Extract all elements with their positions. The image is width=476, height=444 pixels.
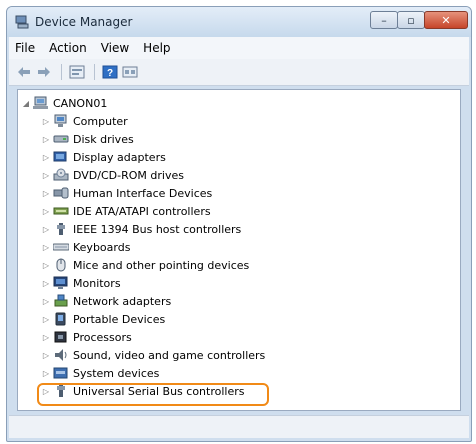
- tree-node-label: Human Interface Devices: [73, 186, 213, 200]
- tree-node[interactable]: ▷ Keyboards: [42, 238, 131, 256]
- collapsed-arrow-icon[interactable]: ▷: [42, 171, 50, 180]
- device-tree-pane[interactable]: ◢ CANON01 ▷ Computer ▷ Disk drives ▷ Display …: [17, 89, 461, 411]
- tree-node-label: DVD/CD-ROM drives: [73, 168, 184, 182]
- ide-controller-icon: [53, 207, 69, 215]
- collapsed-arrow-icon[interactable]: ▷: [42, 279, 50, 288]
- tree-node-label: System devices: [73, 366, 160, 380]
- ieee1394-icon: [57, 223, 65, 235]
- menu-action[interactable]: Action: [49, 41, 87, 55]
- tree-node[interactable]: ▷ DVD/CD-ROM drives: [42, 166, 184, 184]
- display-adapter-icon: [53, 151, 67, 162]
- system-devices-icon: [53, 367, 68, 379]
- monitor-icon: [53, 276, 68, 289]
- properties-icon: [69, 65, 85, 79]
- collapsed-arrow-icon[interactable]: ▷: [42, 117, 50, 126]
- collapsed-arrow-icon[interactable]: ▷: [42, 333, 50, 342]
- sound-icon: [55, 349, 67, 361]
- menu-view[interactable]: View: [101, 41, 129, 55]
- collapsed-arrow-icon[interactable]: ▷: [42, 243, 50, 252]
- back-button[interactable]: [15, 63, 33, 81]
- device-manager-icon: [15, 15, 29, 29]
- minimize-button[interactable]: –: [370, 11, 398, 29]
- tree-node-label: Mice and other pointing devices: [73, 258, 250, 272]
- tree-node[interactable]: ▷ IEEE 1394 Bus host controllers: [42, 220, 241, 238]
- tree-node[interactable]: ▷ Disk drives: [42, 130, 134, 148]
- collapsed-arrow-icon[interactable]: ▷: [42, 315, 50, 324]
- tree-node[interactable]: ▷ Monitors: [42, 274, 121, 292]
- tree-node-label: IDE ATA/ATAPI controllers: [73, 204, 211, 218]
- dvd-drive-icon: [53, 168, 69, 181]
- tree-node[interactable]: ▷ Display adapters: [42, 148, 166, 166]
- menu-bar: File Action View Help: [9, 37, 469, 59]
- computer-icon: [54, 114, 67, 127]
- close-button[interactable]: ✕: [424, 11, 468, 29]
- tree-node-label: Computer: [73, 114, 128, 128]
- tree-node-label: Network adapters: [73, 294, 172, 308]
- tree-node[interactable]: ▷ Computer: [42, 112, 128, 130]
- expand-arrow-icon[interactable]: ◢: [22, 99, 30, 108]
- toolbar-separator: [61, 64, 62, 80]
- tree-node[interactable]: ▷ Portable Devices: [42, 310, 165, 328]
- collapsed-arrow-icon[interactable]: ▷: [42, 153, 50, 162]
- tree-root-label: CANON01: [53, 96, 108, 110]
- collapsed-arrow-icon[interactable]: ▷: [42, 297, 50, 306]
- maximize-button[interactable]: ▫: [397, 11, 425, 29]
- window-title: Device Manager: [35, 15, 133, 29]
- tree-node[interactable]: ▷ Sound, video and game controllers: [42, 346, 265, 364]
- tree-node-label: Portable Devices: [73, 312, 166, 326]
- tree-node-label: Disk drives: [73, 132, 134, 146]
- tree-node[interactable]: ▷ Processors: [42, 328, 132, 346]
- view-button[interactable]: [121, 63, 139, 81]
- disk-drive-icon: [53, 135, 69, 143]
- help-icon: ?: [102, 65, 118, 79]
- svg-text:?: ?: [107, 68, 113, 79]
- collapsed-arrow-icon[interactable]: ▷: [42, 135, 50, 144]
- collapsed-arrow-icon[interactable]: ▷: [42, 225, 50, 234]
- device-manager-window: Device Manager – ▫ ✕ File Action View He…: [6, 6, 472, 442]
- collapsed-arrow-icon[interactable]: ▷: [42, 351, 50, 360]
- help-button[interactable]: ?: [101, 63, 119, 81]
- back-arrow-icon: [18, 67, 30, 77]
- tree-node-label: Processors: [73, 330, 132, 344]
- hid-icon: [53, 187, 69, 199]
- highlight-outline: [37, 383, 269, 406]
- properties-button[interactable]: [68, 63, 86, 81]
- forward-button[interactable]: [35, 63, 53, 81]
- menu-file[interactable]: File: [15, 41, 35, 55]
- tree-node[interactable]: ▷ Mice and other pointing devices: [42, 256, 249, 274]
- menu-help[interactable]: Help: [143, 41, 170, 55]
- minimize-icon: –: [381, 13, 387, 27]
- tree-node[interactable]: ▷ System devices: [42, 364, 159, 382]
- status-bar: [9, 415, 469, 438]
- toolbar-separator: [94, 64, 95, 80]
- maximize-icon: ▫: [407, 13, 415, 27]
- tree-node[interactable]: ▷ Human Interface Devices: [42, 184, 212, 202]
- portable-device-icon: [55, 312, 66, 326]
- processor-icon: [54, 331, 67, 343]
- collapsed-arrow-icon[interactable]: ▷: [42, 369, 50, 378]
- collapsed-arrow-icon[interactable]: ▷: [42, 261, 50, 270]
- mouse-icon: [56, 258, 66, 272]
- view-icon: [122, 66, 138, 78]
- collapsed-arrow-icon[interactable]: ▷: [42, 207, 50, 216]
- computer-root-icon: [33, 96, 48, 109]
- title-bar[interactable]: Device Manager – ▫ ✕: [7, 7, 471, 37]
- tree-node-label: Keyboards: [73, 240, 131, 254]
- keyboard-icon: [53, 243, 69, 251]
- tree-node[interactable]: ▷ Network adapters: [42, 292, 171, 310]
- close-icon: ✕: [441, 13, 451, 27]
- tree-node-label: IEEE 1394 Bus host controllers: [73, 222, 242, 236]
- toolbar: ?: [9, 59, 469, 86]
- forward-arrow-icon: [38, 67, 50, 77]
- network-adapter-icon: [54, 294, 68, 307]
- tree-node-label: Display adapters: [73, 150, 166, 164]
- tree-node-label: Sound, video and game controllers: [73, 348, 266, 362]
- collapsed-arrow-icon[interactable]: ▷: [42, 189, 50, 198]
- tree-node[interactable]: ▷ IDE ATA/ATAPI controllers: [42, 202, 211, 220]
- tree-node-label: Monitors: [73, 276, 121, 290]
- tree-root-node[interactable]: ◢ CANON01: [22, 94, 107, 112]
